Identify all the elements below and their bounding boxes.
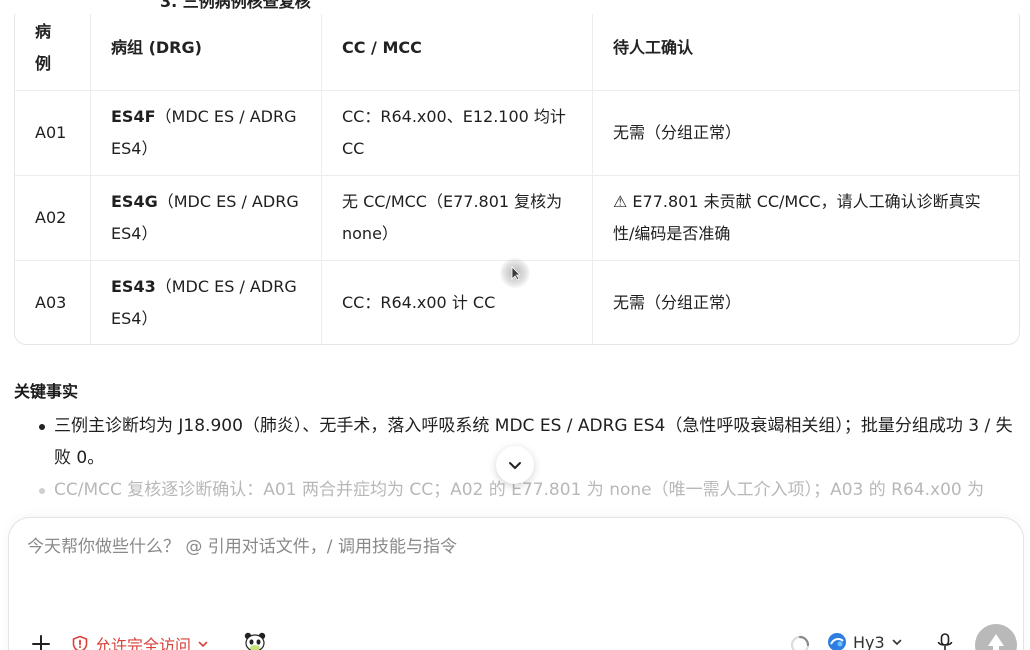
chevron-down-icon [892, 639, 901, 646]
heading-partial: 3. 三例病例核查复核 [160, 0, 311, 11]
table-row: A02 ES4G（MDC ES / ADRG ES4） 无 CC/MCC（E77… [15, 175, 1019, 261]
cell-drg: ES43（MDC ES / ADRG ES4） [90, 260, 322, 344]
cell-cc: 无 CC/MCC（E77.801 复核为 none） [321, 175, 593, 261]
results-table: 病例 病组 (DRG) CC / MCC 待人工确认 A01 ES4F（MDC … [15, 6, 1019, 344]
chevron-down-icon [509, 462, 521, 469]
cell-case: A02 [15, 175, 91, 261]
drg-code: ES4F [111, 107, 156, 126]
composer-toolbar: 允许完全访问 Hy3 [9, 624, 1023, 650]
send-button[interactable] [975, 624, 1017, 650]
panda-mascot-icon[interactable] [243, 630, 267, 650]
cut-off-heading: 3. 三例病例核查复核 [0, 0, 1030, 14]
microphone-icon [937, 633, 953, 650]
table-row: A01 ES4F（MDC ES / ADRG ES4） CC：R64.x00、E… [15, 90, 1019, 176]
key-facts-title: 关键事实 [14, 382, 79, 401]
mouse-cursor-icon [500, 258, 530, 288]
cell-drg: ES4G（MDC ES / ADRG ES4） [90, 175, 322, 261]
plus-icon [32, 635, 50, 650]
chevron-down-icon [198, 641, 208, 648]
chat-composer: 允许完全访问 [8, 517, 1024, 650]
add-attachment-button[interactable] [31, 628, 51, 650]
message-input[interactable] [25, 536, 929, 558]
microphone-button[interactable] [935, 632, 955, 650]
chat-page: 3. 三例病例核查复核 病例 病组 (DRG) CC / MCC 待人工确认 A… [0, 0, 1030, 650]
cell-cc: CC：R64.x00、E12.100 均计 CC [321, 90, 593, 176]
shield-alert-icon [72, 635, 88, 650]
model-selector[interactable]: Hy3 [827, 632, 903, 650]
drg-code: ES4G [111, 192, 158, 211]
model-label: Hy3 [853, 632, 885, 650]
col-header-cc: CC / MCC [321, 6, 593, 91]
table-header-row: 病例 病组 (DRG) CC / MCC 待人工确认 [15, 6, 1019, 91]
access-mode-label: 允许完全访问 [95, 636, 192, 650]
scroll-to-bottom-button[interactable] [496, 446, 534, 484]
cell-cc: CC：R64.x00 计 CC [321, 260, 593, 344]
col-header-case: 病例 [15, 6, 91, 91]
loading-spinner-icon [789, 634, 811, 650]
drg-code: ES43 [111, 277, 156, 296]
col-header-drg: 病组 (DRG) [90, 6, 322, 91]
cell-confirm: ⚠ E77.801 未贡献 CC/MCC，请人工确认诊断真实性/编码是否准确 [592, 175, 1019, 261]
cell-confirm: 无需（分组正常） [592, 90, 1019, 176]
drg-result-table: 病例 病组 (DRG) CC / MCC 待人工确认 A01 ES4F（MDC … [14, 5, 1020, 345]
model-logo-icon [828, 633, 846, 650]
cell-case: A01 [15, 90, 91, 176]
cell-drg: ES4F（MDC ES / ADRG ES4） [90, 90, 322, 176]
col-header-confirm: 待人工确认 [592, 6, 1019, 91]
arrow-up-icon [988, 634, 1004, 650]
cell-confirm: 无需（分组正常） [613, 293, 742, 312]
access-mode-dropdown[interactable]: 允许完全访问 [71, 632, 209, 650]
cell-case: A03 [15, 260, 91, 344]
